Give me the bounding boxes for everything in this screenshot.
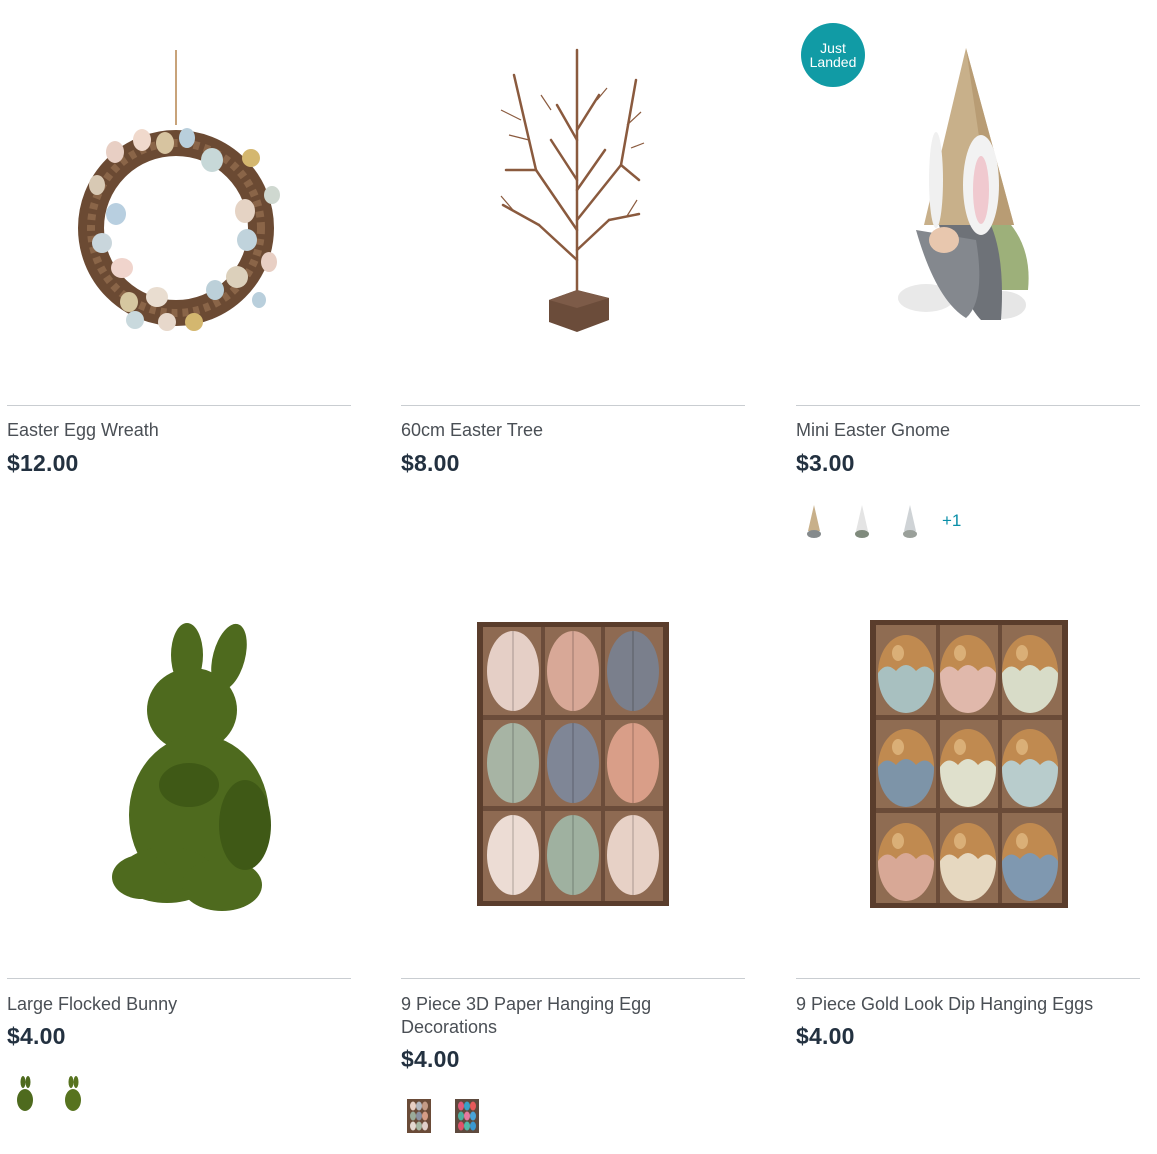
colour-swatches [7, 1072, 103, 1116]
product-price: $4.00 [796, 1023, 855, 1049]
easter-tree-image [500, 48, 645, 332]
gnome-swatch-icon [855, 505, 869, 538]
paper-hanging-eggs-image [477, 622, 669, 906]
product-price: $4.00 [401, 1046, 460, 1072]
easter-egg-wreath-image [78, 50, 280, 331]
product-image[interactable] [7, 0, 351, 380]
divider [796, 978, 1140, 979]
colour-swatch[interactable] [401, 1096, 437, 1136]
just-landed-badge: Just Landed [801, 23, 865, 87]
colour-swatches [401, 1094, 497, 1138]
colour-swatch[interactable] [844, 501, 880, 541]
product-name[interactable]: 60cm Easter Tree [401, 419, 701, 442]
flocked-bunny-image [112, 623, 271, 911]
divider [401, 405, 745, 406]
colour-swatch[interactable] [796, 501, 832, 541]
egg-box-swatch-icon [455, 1099, 479, 1133]
colour-swatch[interactable] [55, 1074, 91, 1114]
divider [7, 978, 351, 979]
product-name[interactable]: Easter Egg Wreath [7, 419, 307, 442]
gold-dip-eggs-image [870, 620, 1068, 908]
product-price: $4.00 [7, 1023, 66, 1049]
product-image[interactable] [7, 575, 351, 955]
colour-swatch[interactable] [892, 501, 928, 541]
gnome-swatch-icon [903, 505, 917, 538]
divider [7, 405, 351, 406]
product-price: $8.00 [401, 450, 460, 476]
divider [796, 405, 1140, 406]
badge-label: Just Landed [809, 40, 857, 70]
product-image[interactable] [796, 575, 1140, 955]
colour-swatches: +1 [796, 499, 961, 543]
colour-swatch[interactable] [7, 1074, 43, 1114]
bunny-swatch-icon [17, 1076, 33, 1111]
product-image[interactable] [401, 0, 745, 380]
egg-box-swatch-icon [407, 1099, 431, 1133]
product-name[interactable]: Mini Easter Gnome [796, 419, 1096, 442]
colour-swatch[interactable] [449, 1096, 485, 1136]
product-price: $12.00 [7, 450, 79, 476]
bunny-swatch-icon [65, 1076, 81, 1111]
product-price: $3.00 [796, 450, 855, 476]
more-colours-link[interactable]: +1 [942, 511, 961, 531]
gnome-swatch-icon [807, 505, 821, 538]
divider [401, 978, 745, 979]
product-name[interactable]: 9 Piece Gold Look Dip Hanging Eggs [796, 993, 1096, 1016]
product-name[interactable]: Large Flocked Bunny [7, 993, 307, 1016]
product-name[interactable]: 9 Piece 3D Paper Hanging Egg Decorations [401, 993, 701, 1039]
product-image[interactable] [401, 575, 745, 955]
